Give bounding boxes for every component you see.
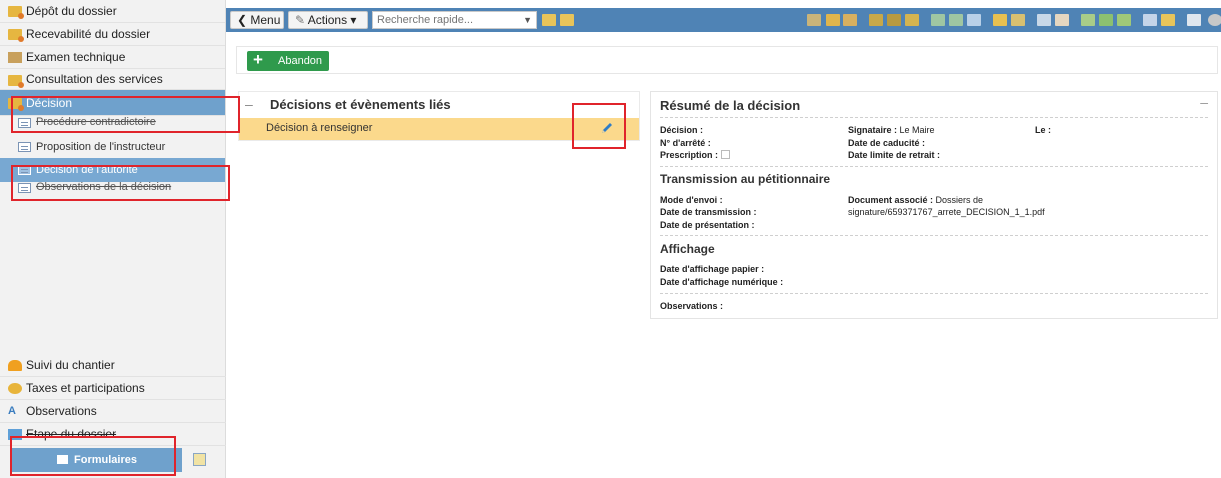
highlight-box (11, 96, 240, 133)
arrete-label: N° d'arrêté : (660, 138, 711, 148)
affichage-title: Affichage (660, 242, 715, 256)
action-bar (236, 46, 1218, 74)
sidebar-item-recevabilite[interactable]: Recevabilité du dossier (0, 23, 225, 46)
le-label: Le : (1035, 125, 1052, 135)
prescription-checkbox[interactable] (721, 150, 731, 159)
sidebar-item-observations[interactable]: Observations (0, 400, 226, 423)
document-icon[interactable] (967, 14, 981, 26)
mail-icon[interactable] (887, 14, 901, 26)
list-icon[interactable] (1037, 14, 1051, 26)
decision-label: Décision : (660, 125, 704, 135)
mode-envoi-label: Mode d'envoi : (660, 195, 723, 205)
sidebar-item-examen[interactable]: Examen technique (0, 46, 225, 69)
folder-icon (8, 6, 24, 19)
grid-icon[interactable] (1117, 14, 1131, 26)
folder-icon[interactable] (1161, 14, 1175, 26)
sidebar-item-depot[interactable]: Dépôt du dossier (0, 0, 225, 23)
highlight-box (10, 436, 176, 476)
list-icon[interactable] (931, 14, 945, 26)
decision-summary: Résumé de la décision – Décision : Signa… (650, 91, 1218, 319)
signataire-field: Signataire : Le Maire (848, 125, 935, 135)
panel-title: Décisions et évènements liés (270, 97, 451, 112)
caducite-label: Date de caducité : (848, 138, 926, 148)
grid-icon[interactable] (1099, 14, 1113, 26)
observations-label: Observations : (660, 301, 724, 311)
chart-icon[interactable] (869, 14, 883, 26)
date-transmission-label: Date de transmission : (660, 207, 757, 217)
retrait-label: Date limite de retrait : (848, 150, 941, 160)
abandon-button[interactable]: + Abandon (247, 50, 329, 71)
actions-button[interactable]: ✎ Actions ▾ (288, 11, 368, 29)
mail-icon[interactable] (1187, 14, 1201, 26)
divider (660, 293, 1208, 294)
helmet-icon (8, 360, 22, 371)
document-path: signature/659371767_arrete_DECISION_1_1.… (848, 207, 1045, 217)
summary-title: Résumé de la décision (660, 98, 801, 113)
folder-icon (8, 29, 24, 42)
collapse-icon[interactable]: – (245, 96, 253, 112)
list-icon[interactable] (1143, 14, 1157, 26)
highlight-box (11, 165, 230, 201)
form-icon (18, 142, 31, 152)
divider (660, 166, 1208, 167)
caret-down-icon[interactable]: ▼ (523, 12, 532, 28)
map-icon[interactable] (826, 14, 840, 26)
notes-icon[interactable] (905, 14, 919, 26)
flag-icon[interactable] (807, 14, 821, 26)
affichage-papier-label: Date d'affichage papier : (660, 264, 765, 274)
sidebar-item-taxes[interactable]: Taxes et participations (0, 377, 226, 400)
coins-icon (8, 383, 22, 394)
prescription-field: Prescription : (660, 150, 731, 160)
folder-icon[interactable] (542, 14, 556, 26)
affichage-numerique-label: Date d'affichage numérique : (660, 277, 784, 287)
folder-open-icon[interactable] (560, 14, 574, 26)
quick-search[interactable]: ▼ (372, 11, 537, 29)
tools-icon (8, 52, 22, 63)
folder-icon (8, 75, 24, 88)
sidebar-item-suivi[interactable]: Suivi du chantier (0, 354, 226, 377)
users-icon[interactable] (1011, 14, 1025, 26)
tools-icon[interactable] (843, 14, 857, 26)
edit-icon[interactable] (193, 453, 206, 466)
caret-down-icon: ▾ (347, 13, 357, 27)
plus-icon: + (253, 50, 263, 69)
search-input[interactable] (373, 12, 513, 28)
minimize-icon[interactable]: – (1200, 94, 1208, 110)
highlight-box (572, 103, 626, 149)
star-icon[interactable] (1208, 14, 1221, 26)
divider (660, 117, 1208, 118)
toolbar: ❮ Menu ✎ Actions ▾ ▼ (226, 8, 1221, 32)
chevron-left-icon: ❮ (237, 13, 251, 27)
list-icon[interactable] (1055, 14, 1069, 26)
date-presentation-label: Date de présentation : (660, 220, 755, 230)
pen-icon (8, 400, 22, 422)
divider (660, 235, 1208, 236)
document-field: Document associé : Dossiers de (848, 195, 984, 205)
list-icon[interactable] (949, 14, 963, 26)
transmission-title: Transmission au pétitionnaire (660, 172, 831, 186)
pencil-icon: ✎ (295, 13, 308, 27)
sidebar: Dépôt du dossier Recevabilité du dossier… (0, 0, 226, 478)
subitem-proposition[interactable]: Proposition de l'instructeur (0, 136, 225, 158)
sidebar-item-consultation[interactable]: Consultation des services (0, 69, 225, 90)
grid-icon[interactable] (1081, 14, 1095, 26)
menu-button[interactable]: ❮ Menu (230, 11, 284, 29)
lock-icon[interactable] (993, 14, 1007, 26)
sidebar-bottom: Suivi du chantier Taxes et participation… (0, 354, 226, 446)
